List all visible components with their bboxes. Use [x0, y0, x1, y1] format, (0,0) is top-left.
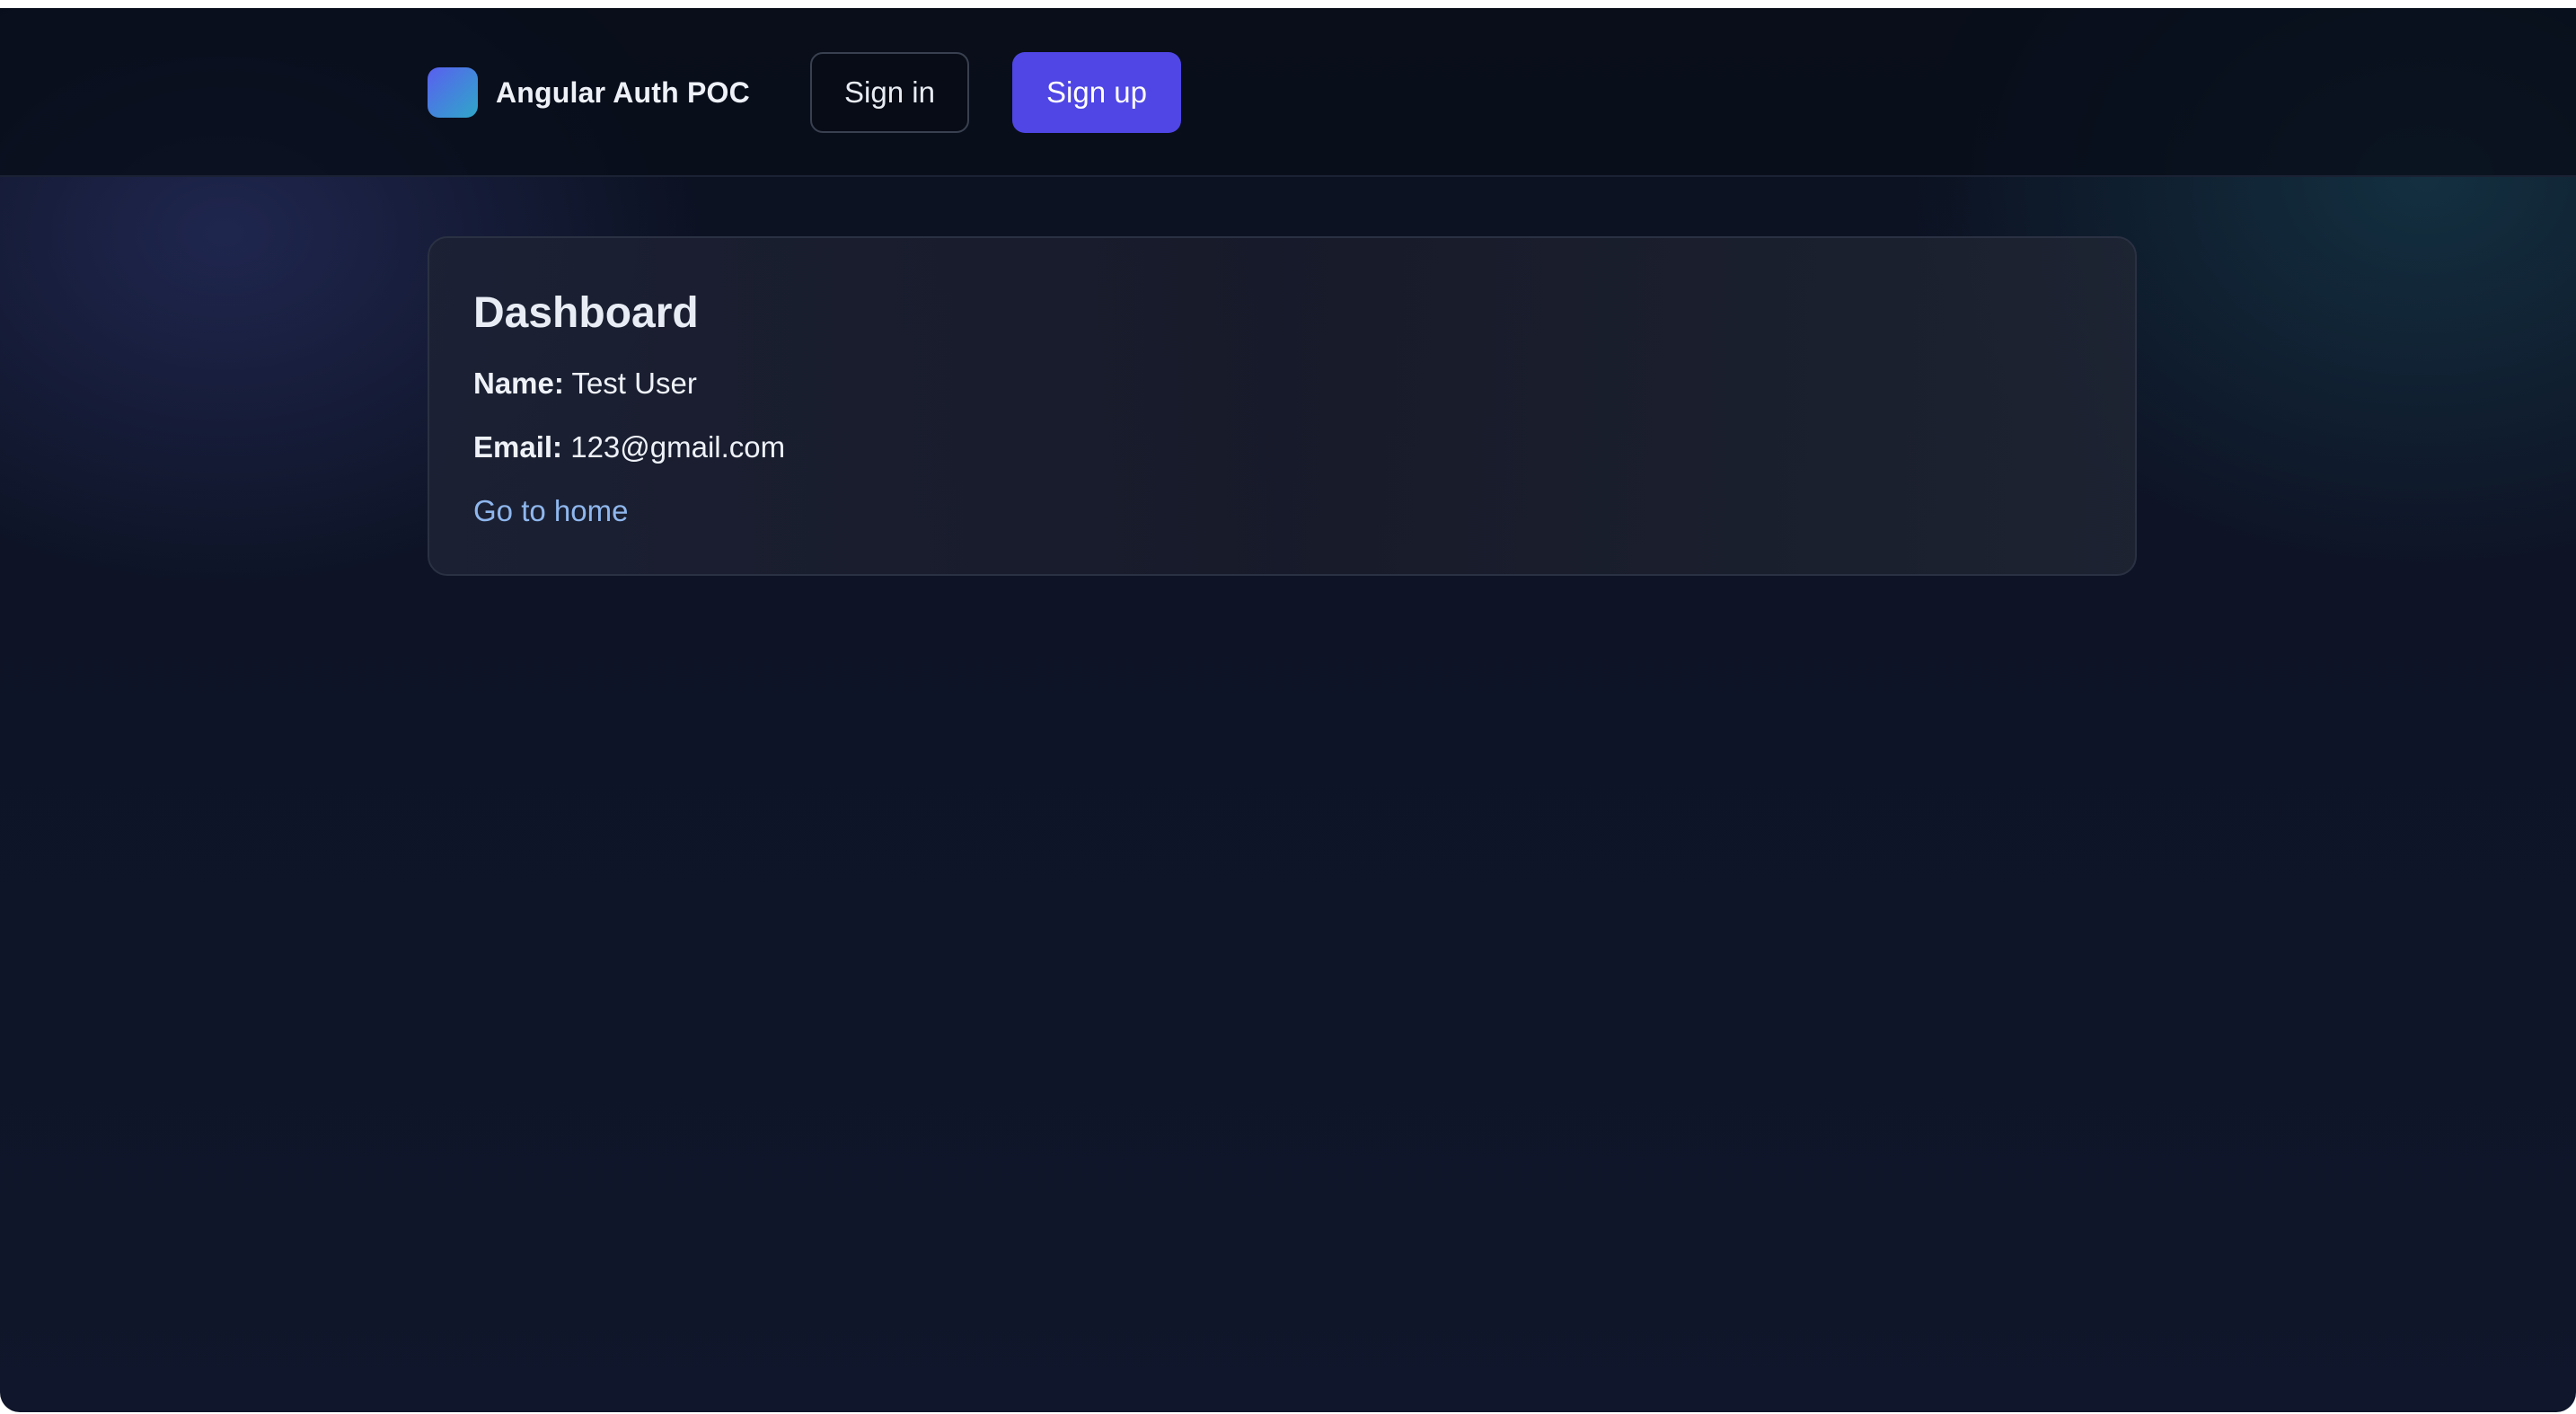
sign-in-button[interactable]: Sign in	[810, 52, 969, 133]
email-row: Email: 123@gmail.com	[473, 430, 785, 464]
name-row: Name: Test User	[473, 367, 697, 401]
email-value: 123@gmail.com	[570, 430, 786, 464]
sign-up-button[interactable]: Sign up	[1012, 52, 1181, 133]
go-to-home-link[interactable]: Go to home	[473, 494, 628, 528]
name-value: Test User	[571, 367, 697, 400]
app-window: Angular Auth POC Sign in Sign up Dashboa…	[0, 8, 2576, 1412]
brand[interactable]: Angular Auth POC	[428, 67, 750, 118]
brand-name: Angular Auth POC	[496, 75, 750, 109]
page-title: Dashboard	[473, 289, 699, 337]
app-logo-icon	[428, 67, 478, 118]
name-label: Name:	[473, 367, 564, 400]
email-label: Email:	[473, 430, 563, 464]
dashboard-card: Dashboard Name: Test User Email: 123@gma…	[428, 236, 2137, 576]
top-navbar: Angular Auth POC Sign in Sign up	[0, 8, 2576, 177]
